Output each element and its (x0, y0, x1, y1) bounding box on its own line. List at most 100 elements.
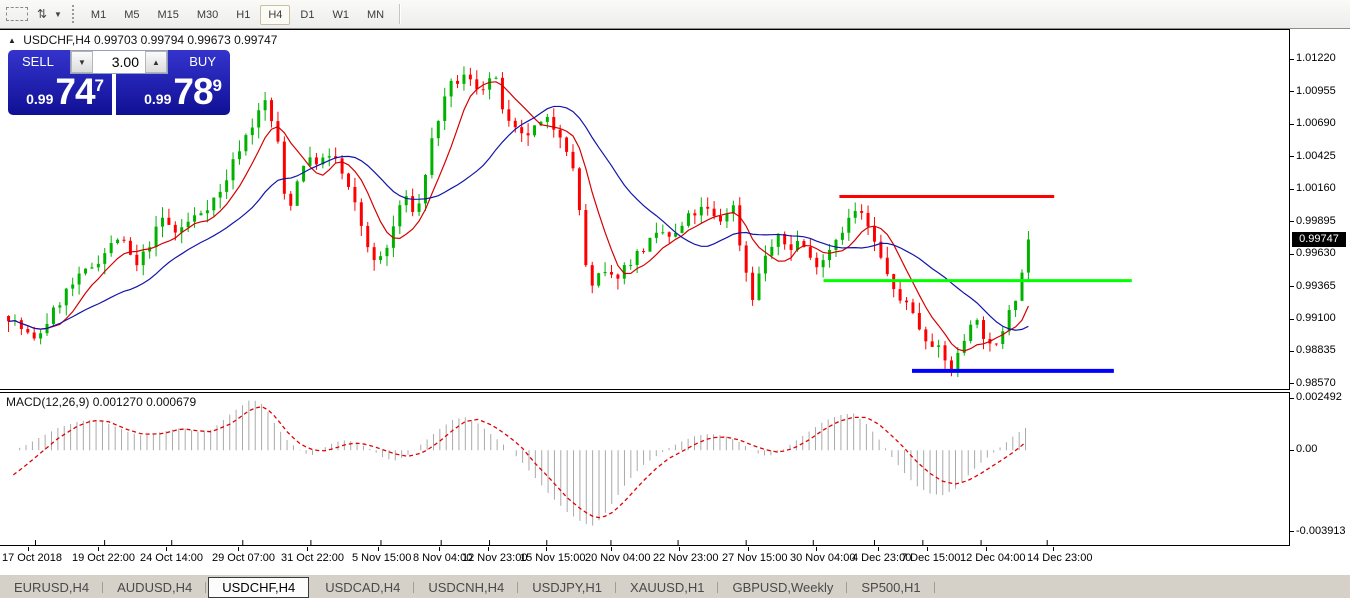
current-price-tag: 0.99747 (1292, 232, 1346, 247)
price-axis-tick (1290, 286, 1294, 287)
time-axis-tick (488, 547, 489, 551)
timeframe-button-m1[interactable]: M1 (83, 5, 114, 25)
time-axis-tick (378, 547, 379, 551)
price-axis-tick (1290, 383, 1294, 384)
time-axis-label: 14 Dec 23:00 (1027, 552, 1092, 564)
chart-tab-eurusd[interactable]: EURUSD,H4 (0, 577, 103, 598)
price-axis-label: 0.98570 (1296, 377, 1336, 389)
time-axis-tick (98, 547, 99, 551)
time-axis-tick (546, 547, 547, 551)
buy-price: 0.99 78 9 (144, 75, 222, 109)
chart-tab-usdcad[interactable]: USDCAD,H4 (311, 577, 414, 598)
price-axis-label: 1.00160 (1296, 182, 1336, 194)
sell-price: 0.99 74 7 (26, 75, 104, 109)
timeframe-button-d1[interactable]: D1 (292, 5, 322, 25)
time-axis-tick (878, 547, 879, 551)
chart-symbol: USDCHF,H4 (23, 33, 90, 47)
chart-tab-usdcnh[interactable]: USDCNH,H4 (414, 577, 518, 598)
price-axis-tick (1290, 254, 1294, 255)
dropdown-caret-icon[interactable]: ▼ (54, 10, 62, 19)
time-axis-tick (679, 547, 680, 551)
time-axis-label: 30 Nov 04:00 (790, 552, 855, 564)
time-axis-tick (439, 547, 440, 551)
timeframe-button-h4[interactable]: H4 (260, 5, 290, 25)
sell-button[interactable]: SELL (22, 54, 54, 69)
macd-axis-tick (1290, 450, 1294, 451)
time-axis-tick (927, 547, 928, 551)
timeframe-button-m15[interactable]: M15 (149, 5, 186, 25)
price-axis-label: 1.00690 (1296, 117, 1336, 129)
timeframe-button-w1[interactable]: W1 (324, 5, 357, 25)
one-click-trading-panel: SELL 0.99 74 7 BUY 0.99 78 9 ▼ 3.00 ▲ (8, 50, 230, 115)
price-axis-tick (1290, 351, 1294, 352)
time-axis-tick (307, 547, 308, 551)
volume-increase-button[interactable]: ▲ (145, 51, 167, 73)
buy-price-pip: 9 (213, 76, 222, 96)
selection-box-icon[interactable] (6, 7, 28, 21)
price-axis-label: 1.00425 (1296, 150, 1336, 162)
toolbar: ⇅ ▼ M1M5M15M30H1H4D1W1MN (0, 0, 1350, 29)
price-axis-label: 0.99895 (1296, 215, 1336, 227)
toolbar-separator (399, 4, 401, 24)
price-axis-tick (1290, 156, 1294, 157)
toolbar-grip[interactable] (72, 5, 74, 23)
chart-tab-audusd[interactable]: AUDUSD,H4 (103, 577, 206, 598)
sell-price-prefix: 0.99 (26, 91, 53, 107)
macd-axis-label: 0.002492 (1296, 391, 1342, 403)
macd-axis-tick (1290, 531, 1294, 532)
volume-decrease-button[interactable]: ▼ (71, 51, 93, 73)
time-axis-label: 12 Nov 23:00 (462, 552, 527, 564)
chart-tab-sp500[interactable]: SP500,H1 (847, 577, 934, 598)
time-axis-label: 24 Oct 14:00 (140, 552, 203, 564)
time-axis-tick (28, 547, 29, 551)
time-axis-tick (816, 547, 817, 551)
price-axis-tick (1290, 124, 1294, 125)
time-axis-label: 22 Nov 23:00 (653, 552, 718, 564)
buy-price-prefix: 0.99 (144, 91, 171, 107)
time-axis-label: 7 Dec 15:00 (901, 552, 960, 564)
price-axis-label: 0.99365 (1296, 280, 1336, 292)
chart-tab-gbpusd[interactable]: GBPUSD,Weekly (718, 577, 847, 598)
price-axis-tick (1290, 91, 1294, 92)
price-axis-label: 1.01220 (1296, 52, 1336, 64)
sort-arrows-icon[interactable]: ⇅ (32, 4, 52, 24)
time-axis-label: 27 Nov 15:00 (722, 552, 787, 564)
chart-tab-usdjpy[interactable]: USDJPY,H1 (518, 577, 616, 598)
time-axis-label: 19 Oct 22:00 (72, 552, 135, 564)
volume-input[interactable]: 3.00 (93, 51, 145, 73)
time-axis-tick (748, 547, 749, 551)
chart-tab-usdchf[interactable]: USDCHF,H4 (208, 577, 309, 598)
time-axis-tick (238, 547, 239, 551)
sell-price-pip: 7 (95, 76, 104, 96)
macd-indicator-panel[interactable] (0, 392, 1290, 546)
price-axis-label: 0.98835 (1296, 344, 1336, 356)
macd-histogram (13, 401, 1025, 526)
timeframe-button-h1[interactable]: H1 (228, 5, 258, 25)
price-axis-label: 1.00955 (1296, 85, 1336, 97)
chart-ohlc-values: 0.99703 0.99794 0.99673 0.99747 (94, 33, 278, 47)
time-axis-tick (166, 547, 167, 551)
collapse-triangle-icon[interactable]: ▲ (8, 36, 16, 45)
time-axis-tick (611, 547, 612, 551)
time-axis-tick (1053, 547, 1054, 551)
price-axis-tick (1290, 59, 1294, 60)
time-axis-label: 5 Nov 15:00 (352, 552, 411, 564)
sell-price-main: 74 (55, 75, 94, 109)
time-axis-tick (986, 547, 987, 551)
timeframe-button-m5[interactable]: M5 (116, 5, 147, 25)
chart-title: ▲ USDCHF,H4 0.99703 0.99794 0.99673 0.99… (8, 33, 277, 47)
macd-signal-line (13, 407, 1025, 518)
timeframe-button-mn[interactable]: MN (359, 5, 392, 25)
buy-button[interactable]: BUY (189, 54, 216, 69)
chart-tab-bar: EURUSD,H4AUDUSD,H4USDCHF,H4USDCAD,H4USDC… (0, 574, 1350, 598)
time-axis-label: 29 Oct 07:00 (212, 552, 275, 564)
macd-label: MACD(12,26,9) 0.001270 0.000679 (6, 395, 196, 409)
chart-tab-xauusd[interactable]: XAUUSD,H1 (616, 577, 718, 598)
volume-spinner: ▼ 3.00 ▲ (70, 50, 168, 74)
time-axis-label: 4 Dec 23:00 (852, 552, 911, 564)
time-axis-label: 20 Nov 04:00 (585, 552, 650, 564)
timeframe-button-m30[interactable]: M30 (189, 5, 226, 25)
timeframe-button-group: M1M5M15M30H1H4D1W1MN (82, 5, 393, 23)
time-axis-label: 8 Nov 04:00 (413, 552, 472, 564)
macd-axis-tick (1290, 398, 1294, 399)
